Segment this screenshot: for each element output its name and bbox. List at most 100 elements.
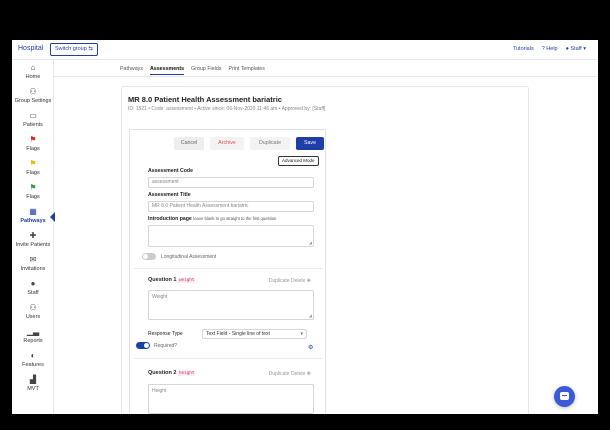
introduction-page-textarea[interactable]: ◢ xyxy=(148,225,314,247)
assessment-title-input[interactable]: MR 8.0 Patient Health Assessment bariatr… xyxy=(148,201,314,212)
question-2-text: Height xyxy=(152,388,167,394)
cancel-button[interactable]: Cancel xyxy=(174,137,204,150)
sidebar-item-flags-red[interactable]: ⚑ Flags xyxy=(12,134,54,158)
invite-icon: ✚ xyxy=(29,231,37,240)
group-icon: ⚇ xyxy=(29,87,37,96)
question-1-actions[interactable]: Duplicate Delete ✥ xyxy=(269,278,311,284)
envelope-icon: ✉ xyxy=(29,255,37,264)
user-menu-label: Staff ▾ xyxy=(570,46,586,52)
toggle-icon: ◐ xyxy=(30,351,36,360)
tab-assessments[interactable]: Assessments xyxy=(149,66,185,75)
tab-pathways[interactable]: Pathways xyxy=(120,66,143,75)
reports-icon: ▁▃ xyxy=(26,327,40,336)
device-bottom-bezel xyxy=(0,414,610,430)
chat-icon xyxy=(560,392,569,400)
sidebar-item-features[interactable]: ◐ Features xyxy=(12,350,54,374)
question-2-text-input[interactable]: Height xyxy=(148,384,314,414)
sidebar-item-mvt[interactable]: ▟ MVT xyxy=(12,374,54,398)
assessment-code-input[interactable]: assessment xyxy=(148,177,314,188)
home-icon: ⌂ xyxy=(30,63,36,72)
sidebar-item-patients[interactable]: ▭ Patients xyxy=(12,110,54,134)
assessment-meta: ID: 1521 • Code: assessment • Active sin… xyxy=(128,106,326,112)
brand-logo[interactable]: Hospital xyxy=(18,45,43,52)
sidebar-item-label: Invitations xyxy=(20,266,46,272)
section-tabs: Pathways Assessments Group Fields Print … xyxy=(120,66,265,75)
resize-handle-icon[interactable]: ◢ xyxy=(309,240,312,245)
longitudinal-toggle[interactable] xyxy=(142,253,156,260)
response-type-label: Response Type xyxy=(148,331,183,337)
question-2-code-tag: height xyxy=(177,371,196,376)
question-2-actions[interactable]: Duplicate Delete ✥ xyxy=(269,371,311,377)
response-type-value: Text Field - Single line of text xyxy=(206,331,270,337)
sidebar-item-label: Pathways xyxy=(20,218,46,224)
sidebar-item-flags-yellow[interactable]: ⚑ Flags xyxy=(12,158,54,182)
required-toggle[interactable] xyxy=(136,342,150,349)
sidebar-item-label: Invite Patients xyxy=(15,242,51,248)
assessment-card: MR 8.0 Patient Health Assessment bariatr… xyxy=(121,86,529,414)
help-link[interactable]: ? Help xyxy=(542,46,558,52)
yellow-flag-icon: ⚑ xyxy=(29,159,37,168)
tab-print-templates[interactable]: Print Templates xyxy=(228,66,264,75)
advanced-mode-button[interactable]: Advanced Mode xyxy=(278,156,319,166)
users-icon: ⚇ xyxy=(29,303,37,312)
question-1-heading: Question 1 weight xyxy=(148,277,196,283)
chat-launcher-button[interactable] xyxy=(554,386,575,407)
sidebar-item-label: Flags xyxy=(26,170,40,176)
question-1-code-tag: weight xyxy=(177,278,196,283)
staff-icon: ● xyxy=(30,279,36,288)
question-1-title: Question 1 xyxy=(148,277,177,283)
sidebar-item-users[interactable]: ⚇ Users xyxy=(12,302,54,326)
sidebar-item-label: Group Settings xyxy=(14,98,52,104)
switch-group-button[interactable]: Switch group ⇆ xyxy=(50,43,98,56)
sidebar-item-staff[interactable]: ● Staff xyxy=(12,278,54,302)
sidebar-item-group-settings[interactable]: ⚇ Group Settings xyxy=(12,86,54,110)
sidebar-item-reports[interactable]: ▁▃ Reports xyxy=(12,326,54,350)
bed-icon: ▭ xyxy=(29,111,37,120)
sidebar-item-label: Patients xyxy=(23,122,43,128)
chevron-down-icon: ▾ xyxy=(300,331,303,337)
tabs-divider xyxy=(54,76,598,77)
question-2-heading: Question 2 height xyxy=(148,370,196,376)
question-2-title: Question 2 xyxy=(148,370,177,376)
sidebar: ⌂ Home ⚇ Group Settings ▭ Patients ⚑ Fla… xyxy=(12,60,55,414)
section-divider xyxy=(134,268,323,269)
user-menu[interactable]: ● Staff ▾ xyxy=(566,46,586,52)
sidebar-item-invite-patients[interactable]: ✚ Invite Patients xyxy=(12,230,54,254)
section-divider xyxy=(134,358,323,359)
assessment-editor: Cancel Archive Duplicate Save Advanced M… xyxy=(129,129,326,414)
navbar-right: Tutorials ? Help ● Staff ▾ xyxy=(513,46,586,52)
sidebar-item-label: Home xyxy=(25,74,41,80)
app-screen: Hospital Switch group ⇆ Tutorials ? Help… xyxy=(12,40,598,414)
save-button[interactable]: Save xyxy=(296,137,324,150)
required-label: Required? xyxy=(154,343,178,349)
introduction-page-label-text: Introduction page xyxy=(148,216,192,222)
sidebar-item-invitations[interactable]: ✉ Invitations xyxy=(12,254,54,278)
introduction-page-hint: leave blank to go straight to the first … xyxy=(193,216,277,221)
sidebar-item-label: Flags xyxy=(26,146,40,152)
red-flag-icon: ⚑ xyxy=(29,135,37,144)
sidebar-item-flags-green[interactable]: ⚑ Flags xyxy=(12,182,54,206)
device-top-bezel xyxy=(0,0,610,38)
sidebar-item-label: Users xyxy=(25,314,41,320)
assessment-title: MR 8.0 Patient Health Assessment bariatr… xyxy=(128,95,282,104)
sidebar-item-label: Flags xyxy=(26,194,40,200)
question-1-text: Weight xyxy=(152,294,168,300)
sidebar-item-home[interactable]: ⌂ Home xyxy=(12,62,54,86)
assessment-code-label: Assessment Code xyxy=(148,168,193,174)
active-indicator xyxy=(50,212,55,222)
resize-handle-icon[interactable]: ◢ xyxy=(309,313,312,318)
chart-icon: ▟ xyxy=(29,375,37,384)
gear-icon[interactable]: ⚙ xyxy=(308,344,313,351)
pathways-icon: ▦ xyxy=(29,207,37,216)
duplicate-button[interactable]: Duplicate xyxy=(250,137,290,150)
green-flag-icon: ⚑ xyxy=(29,183,37,192)
top-navbar: Hospital Switch group ⇆ Tutorials ? Help… xyxy=(12,40,598,60)
tab-group-fields[interactable]: Group Fields xyxy=(191,66,221,75)
introduction-page-label: Introduction page leave blank to go stra… xyxy=(148,216,276,222)
archive-button[interactable]: Archive xyxy=(210,137,244,150)
tutorials-link[interactable]: Tutorials xyxy=(513,46,534,52)
question-1-text-input[interactable]: Weight ◢ xyxy=(148,290,314,320)
sidebar-item-pathways[interactable]: ▦ Pathways xyxy=(12,206,55,230)
sidebar-item-label: Reports xyxy=(23,338,43,344)
response-type-select[interactable]: Text Field - Single line of text ▾ xyxy=(202,329,307,339)
